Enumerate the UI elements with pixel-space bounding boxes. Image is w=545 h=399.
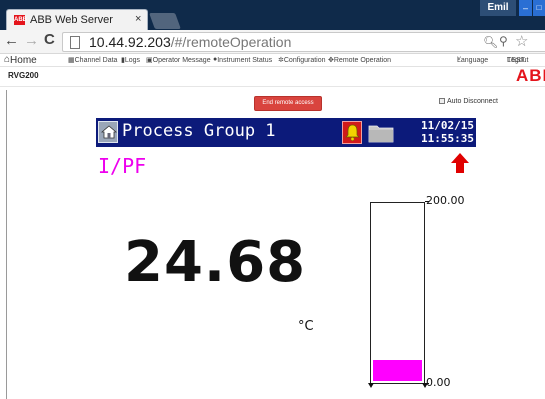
page-header: RVG200 ABB (0, 66, 545, 85)
address-bar-row: ← → C 10.44.92.203/#/remoteOperation 🔍︎ … (0, 30, 545, 54)
nav-operator-message-label: Operator Message (152, 57, 211, 64)
device-datetime: 11/02/15 11:55:35 (400, 119, 474, 145)
content-frame-border (6, 90, 7, 399)
language-label: Language (457, 57, 489, 64)
maximize-button[interactable]: □ (533, 0, 545, 16)
bargraph (370, 202, 425, 384)
device-name: RVG200 (8, 71, 39, 80)
nav-operator-message[interactable]: ▣ Operator Message (146, 56, 211, 64)
nav-channel-data-label: Channel Data (74, 57, 118, 64)
extension-icon[interactable]: ⚲ (499, 34, 508, 48)
back-arrow-icon[interactable]: ← (4, 32, 19, 49)
nav-instrument-status-label: Instrument Status (217, 57, 273, 64)
auto-disconnect-label: Auto Disconnect (447, 98, 498, 105)
browser-tab[interactable]: ABB ABB Web Server × (6, 9, 148, 31)
alarm-bell-button[interactable] (342, 121, 362, 144)
tab-title: ABB Web Server (30, 14, 113, 26)
folder-icon (368, 125, 394, 143)
remote-device-screen[interactable]: Process Group 1 11/02/15 11:55:35 I/PF 2… (96, 118, 476, 399)
channel-tag: I/PF (98, 154, 147, 178)
nav-configuration-label: Configuration (283, 57, 326, 64)
nav-home[interactable]: ⌂ Home (4, 54, 37, 66)
forward-arrow-icon[interactable]: → (24, 32, 39, 49)
device-date: 11/02/15 (421, 119, 474, 132)
nav-logs[interactable]: ▮ Logs (121, 56, 140, 64)
zoom-icon[interactable]: 🔍︎ (483, 35, 498, 49)
abb-logo: ABB (516, 66, 545, 85)
url-path: /#/remoteOperation (170, 34, 292, 50)
page-icon (70, 36, 80, 49)
nav-remote-operation[interactable]: ✥ Remote Operation (328, 56, 391, 64)
device-home-button[interactable] (98, 121, 118, 143)
tab-close-icon[interactable]: × (135, 13, 141, 25)
nav-channel-data[interactable]: ▦ Channel Data (68, 56, 117, 64)
bookmark-star-icon[interactable]: ☆ (515, 32, 528, 50)
folder-button[interactable] (368, 123, 394, 143)
bargraph-max-label: 200.00 (426, 194, 465, 207)
browser-user-badge[interactable]: Emil (480, 0, 516, 16)
browser-titlebar: ABB ABB Web Server × Emil – □ (0, 0, 545, 31)
device-title-bar: Process Group 1 11/02/15 11:55:35 (96, 118, 476, 147)
bargraph-min-label: 0.00 (426, 376, 451, 389)
reload-icon[interactable]: C (44, 31, 55, 48)
browser-window: ABB ABB Web Server × Emil – □ ← → C 10.4… (0, 0, 545, 399)
unit-label: °C (298, 319, 314, 334)
bargraph-fill (373, 360, 422, 381)
auto-disconnect-checkbox[interactable] (439, 98, 445, 104)
app-navbar: ⌂ Home ▦ Channel Data ▮ Logs ▣ Operator Mes… (0, 54, 545, 67)
new-tab-button[interactable] (149, 13, 181, 29)
minimize-button[interactable]: – (519, 0, 532, 16)
nav-remote-operation-label: Remote Operation (333, 57, 392, 64)
logged-user: TEST (507, 57, 525, 64)
url-text[interactable]: 10.44.92.203/#/remoteOperation (89, 34, 291, 50)
nav-instrument-status[interactable]: ● Instrument Status (213, 56, 272, 64)
divider (0, 86, 545, 87)
nav-logs-label: Logs (124, 57, 141, 64)
auto-disconnect-option[interactable]: Auto Disconnect (439, 98, 498, 105)
home-icon (101, 125, 117, 139)
process-group-title: Process Group 1 (122, 121, 276, 141)
device-time: 11:55:35 (421, 132, 474, 145)
up-arrow-icon (451, 153, 469, 173)
url-input[interactable]: 10.44.92.203/#/remoteOperation 🔍︎ ⚲ ☆ (62, 32, 545, 52)
end-remote-access-button[interactable]: End remote access (254, 96, 322, 111)
language-dropdown[interactable]: Language ˅ (457, 56, 488, 64)
url-host: 10.44.92.203 (89, 34, 171, 50)
nav-home-label: Home (10, 55, 37, 66)
bell-icon (345, 124, 360, 141)
bargraph-marker-left (368, 383, 374, 388)
process-value: 24.68 (124, 230, 307, 295)
abb-favicon-icon: ABB (14, 15, 27, 25)
nav-configuration[interactable]: ✲ Configuration (278, 56, 326, 64)
